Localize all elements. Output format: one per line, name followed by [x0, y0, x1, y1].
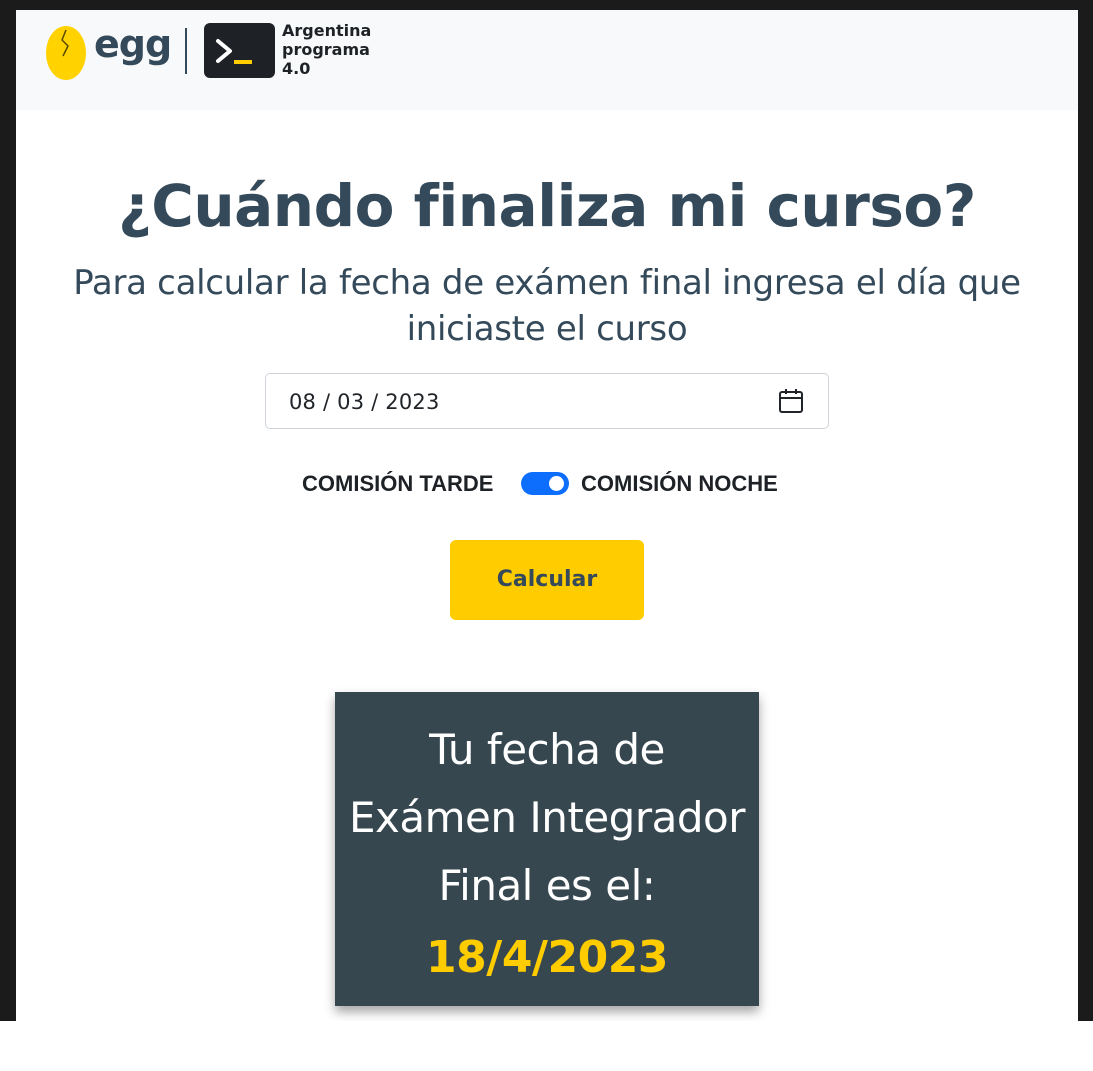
result-card: Tu fecha de Exámen Integrador Final es e… — [335, 692, 759, 1006]
result-line: Exámen Integrador — [349, 793, 745, 842]
result-date: 18/4/2023 — [426, 932, 668, 983]
calculate-button[interactable]: Calcular — [450, 540, 644, 620]
page-subtitle: Para calcular la fecha de exámen final i… — [73, 263, 1021, 349]
result-message: Tu fecha de Exámen Integrador Final es e… — [335, 716, 759, 920]
terminal-logo-icon[interactable] — [204, 23, 275, 78]
commission-tarde-label: COMISIÓN TARDE — [302, 471, 494, 496]
partner-logo-line: Argentina — [282, 21, 372, 40]
page: egg Argentina programa 4.0 ¿Cuándo final… — [16, 10, 1078, 1021]
start-date-input[interactable]: 08 / 03 / 2023 — [265, 373, 829, 429]
partner-logo-line: programa — [282, 40, 370, 59]
egg-logo-text[interactable]: egg — [94, 22, 172, 66]
calendar-icon[interactable] — [778, 388, 804, 414]
partner-logo-text[interactable]: Argentina programa 4.0 — [282, 21, 371, 78]
switch-knob — [549, 476, 564, 491]
commission-switch[interactable] — [521, 472, 569, 495]
commission-toggle-row: COMISIÓN TARDE COMISIÓN NOCHE — [16, 468, 1078, 500]
result-line: Tu fecha de — [429, 725, 665, 774]
egg-logo-icon[interactable] — [44, 18, 88, 80]
start-date-value[interactable]: 08 / 03 / 2023 — [289, 390, 440, 414]
result-line: Final es el: — [438, 861, 656, 910]
window-frame: egg Argentina programa 4.0 ¿Cuándo final… — [0, 0, 1093, 1021]
partner-logo-line: 4.0 — [282, 59, 311, 78]
page-title: ¿Cuándo finaliza mi curso? — [118, 172, 976, 240]
commission-noche-label: COMISIÓN NOCHE — [581, 471, 778, 496]
navbar: egg Argentina programa 4.0 — [16, 10, 1078, 110]
logo-divider — [185, 28, 187, 74]
